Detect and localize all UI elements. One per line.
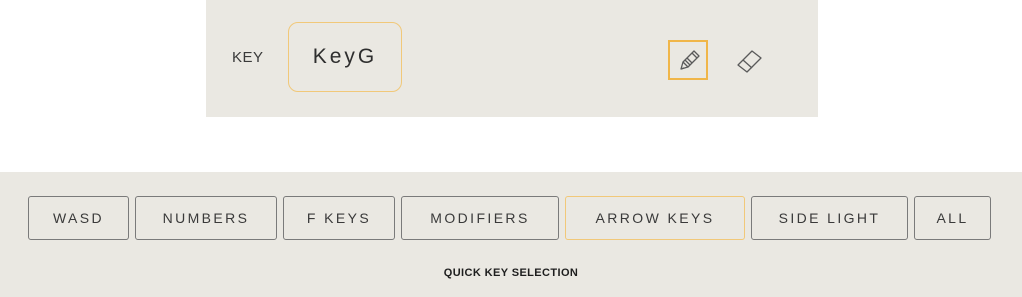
quick-button-modifiers[interactable]: MODIFIERS <box>401 196 559 240</box>
key-editor: KEY KeyG WASD NUMBERS F KEYS MODIFIERS A… <box>0 0 1022 297</box>
quick-button-arrow-keys[interactable]: ARROW KEYS <box>565 196 745 240</box>
quick-button-f-keys[interactable]: F KEYS <box>283 196 395 240</box>
quick-selection-caption: QUICK KEY SELECTION <box>443 267 579 279</box>
quick-buttons: WASD NUMBERS F KEYS MODIFIERS ARROW KEYS… <box>28 196 991 240</box>
quick-button-all[interactable]: ALL <box>914 196 991 240</box>
quick-key-selection-bar: WASD NUMBERS F KEYS MODIFIERS ARROW KEYS… <box>0 172 1022 297</box>
quick-button-wasd[interactable]: WASD <box>28 196 129 240</box>
key-label: KEY <box>232 49 264 66</box>
pencil-icon <box>680 50 700 70</box>
eraser-tool-button[interactable] <box>730 40 770 80</box>
key-panel: KEY KeyG <box>206 0 818 117</box>
pencil-tool-button[interactable] <box>668 40 708 80</box>
quick-button-side-light[interactable]: SIDE LIGHT <box>751 196 908 240</box>
quick-button-numbers[interactable]: NUMBERS <box>135 196 277 240</box>
key-value-field[interactable]: KeyG <box>288 22 402 92</box>
eraser-icon <box>737 50 762 73</box>
